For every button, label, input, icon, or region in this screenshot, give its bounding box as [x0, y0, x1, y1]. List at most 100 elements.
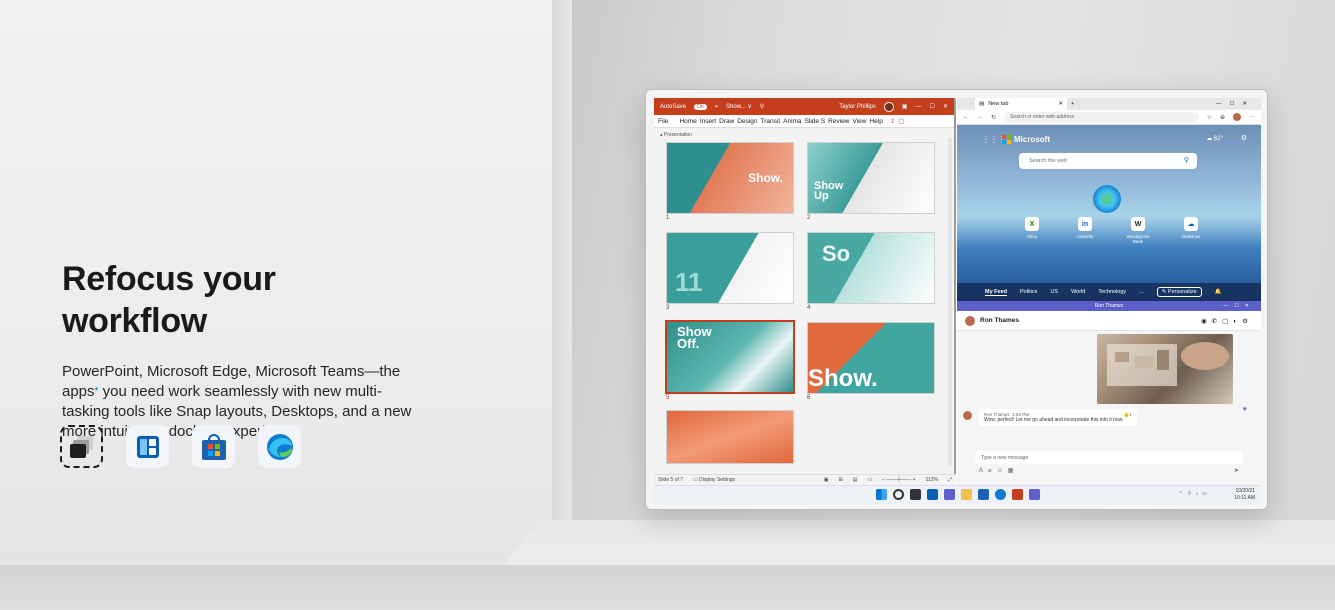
quick-link-onedrive[interactable]: ☁ OneDrive: [1176, 217, 1206, 244]
ribbon-tab[interactable]: Insert: [700, 118, 716, 125]
collections-icon[interactable]: ⊕: [1220, 114, 1225, 121]
weather-widget[interactable]: ☁ 62°: [1206, 135, 1223, 142]
system-tray[interactable]: ⌃⌔♪▭ 10/20/21 10:11 AM: [1179, 488, 1255, 502]
refresh-icon[interactable]: ↻: [991, 114, 996, 121]
reading-view-icon[interactable]: ▤: [853, 477, 858, 483]
ribbon-tab[interactable]: Design: [737, 118, 757, 125]
forward-icon[interactable]: →: [977, 114, 983, 120]
widgets-icon[interactable]: [927, 489, 938, 500]
zoom-level[interactable]: 112%: [926, 477, 938, 483]
app-icon-row: [60, 425, 301, 468]
task-view-icon[interactable]: [60, 425, 103, 468]
microsoft-store-icon[interactable]: [192, 425, 235, 468]
ribbon-tab[interactable]: View: [852, 118, 866, 125]
autosave-toggle[interactable]: On: [694, 103, 707, 110]
compose-placeholder: Type a new message: [981, 455, 1029, 461]
zoom-slider[interactable]: − ───┼─── +: [882, 477, 915, 483]
quick-link-woodgrove[interactable]: W Woodgrove Bank: [1123, 217, 1153, 244]
slide-thumbnail[interactable]: [666, 410, 794, 464]
microsoft-logo: Microsoft: [1002, 135, 1050, 144]
tray-icons[interactable]: ⌃⌔♪▭: [1179, 491, 1211, 498]
avatar[interactable]: [883, 101, 894, 112]
search-icon[interactable]: ⚲: [1184, 156, 1189, 164]
edge-icon[interactable]: [995, 489, 1006, 500]
ribbon-tab[interactable]: Transit: [761, 118, 781, 125]
teams-window[interactable]: Ron Thames —☐✕ Ron Thames ◉✆▢◐⚙ ◉ Ron Th…: [957, 301, 1261, 485]
settings-gear-icon[interactable]: ⚙: [1241, 134, 1247, 142]
ribbon-tab[interactable]: Anima: [783, 118, 801, 125]
minimize-icon[interactable]: —: [916, 104, 922, 110]
close-tab-icon[interactable]: ✕: [1058, 101, 1063, 107]
quick-link-linkedin[interactable]: in LinkedIn: [1070, 217, 1100, 244]
start-icon[interactable]: [876, 489, 887, 500]
personalize-button[interactable]: ✎ Personalize: [1156, 287, 1202, 297]
slide-thumbnail[interactable]: Show.: [807, 322, 935, 394]
share-icon[interactable]: ⇪: [890, 117, 895, 125]
call-actions[interactable]: ◉✆▢◐⚙: [1201, 317, 1253, 325]
contact-avatar[interactable]: [965, 315, 975, 326]
comments-icon[interactable]: ▢: [898, 117, 904, 125]
maximize-icon[interactable]: ☐: [930, 103, 935, 110]
search-icon[interactable]: ⚲: [760, 103, 764, 110]
address-bar[interactable]: Search or enter web address: [1004, 112, 1199, 122]
slide-sorter-icon[interactable]: ⊞: [838, 477, 842, 483]
close-icon[interactable]: ✕: [943, 103, 948, 110]
compose-tools[interactable]: A⌀☺▦: [979, 467, 1018, 474]
powerpoint-window[interactable]: AutoSave On » Show... ∨ ⚲ Taylor Phillip…: [654, 98, 956, 485]
slide-thumbnail[interactable]: So: [807, 232, 935, 304]
compose-box[interactable]: Type a new message: [975, 451, 1243, 464]
window-controls[interactable]: —☐✕: [1223, 301, 1255, 311]
ribbon-tab[interactable]: Review: [828, 118, 849, 125]
slide-pane-scrollbar[interactable]: [948, 138, 952, 466]
teams-icon[interactable]: [1029, 489, 1040, 500]
chevrons-icon[interactable]: »: [715, 104, 718, 110]
normal-view-icon[interactable]: ▣: [824, 477, 829, 483]
favorites-icon[interactable]: ☆: [1207, 114, 1212, 121]
feed-tab[interactable]: US: [1050, 289, 1058, 295]
ribbon-tab[interactable]: File: [658, 118, 668, 125]
teams-chat-icon[interactable]: [944, 489, 955, 500]
back-icon[interactable]: ←: [963, 114, 969, 120]
slide-thumbnail-selected[interactable]: Show Off.: [665, 320, 795, 394]
slideshow-icon[interactable]: ▭: [867, 477, 872, 483]
chat-message[interactable]: Ron Thames 1:54 PM 👍1 Wow, perfect! Let m…: [979, 409, 1137, 426]
display-settings-button[interactable]: ▭ Display Settings: [693, 477, 735, 483]
ribbon-tab[interactable]: Draw: [719, 118, 734, 125]
slide-thumbnail[interactable]: Show Up: [807, 142, 935, 214]
quick-link-xbox[interactable]: X Xbox: [1017, 217, 1047, 244]
document-title[interactable]: Show... ∨: [726, 103, 752, 110]
search-icon[interactable]: [893, 489, 904, 500]
more-icon[interactable]: ···: [1249, 114, 1255, 120]
file-explorer-icon[interactable]: [961, 489, 972, 500]
ribbon-tab[interactable]: Home: [679, 118, 696, 125]
add-tab-icon[interactable]: +: [1071, 101, 1074, 107]
snap-layouts-icon[interactable]: [126, 425, 169, 468]
fit-slide-icon[interactable]: ⤢: [948, 477, 952, 483]
store-icon[interactable]: [978, 489, 989, 500]
slide-thumbnail[interactable]: Show.: [666, 142, 794, 214]
slide-title: Show Up: [814, 180, 844, 202]
edge-icon[interactable]: [258, 425, 301, 468]
window-controls[interactable]: —☐✕: [1216, 101, 1255, 107]
notifications-bell-icon[interactable]: 🔔: [1215, 289, 1222, 295]
feed-tab[interactable]: Technology: [1098, 289, 1126, 295]
edge-window[interactable]: ▤ New tab ✕ + —☐✕ ← → ↻ Search or enter …: [957, 98, 1261, 301]
feed-tab[interactable]: Politics: [1020, 289, 1037, 295]
feed-tab[interactable]: ...: [1139, 289, 1144, 295]
ribbon-tab[interactable]: Help: [869, 118, 882, 125]
web-search-input[interactable]: Search the web ⚲: [1019, 153, 1197, 169]
reaction-badge[interactable]: 👍1: [1124, 412, 1132, 418]
linkedin-icon: in: [1078, 217, 1092, 231]
profile-avatar[interactable]: [1233, 113, 1241, 121]
shared-photo[interactable]: [1097, 334, 1233, 404]
powerpoint-icon[interactable]: [1012, 489, 1023, 500]
ribbon-display-icon[interactable]: ▣: [902, 103, 908, 110]
task-view-icon[interactable]: [910, 489, 921, 500]
slide-thumbnail[interactable]: 11: [666, 232, 794, 304]
feed-tab[interactable]: World: [1071, 289, 1085, 295]
edge-tab[interactable]: ▤ New tab ✕: [975, 98, 1067, 110]
send-icon[interactable]: ➤: [1234, 467, 1239, 474]
feed-tab[interactable]: My Feed: [985, 289, 1008, 296]
ribbon-tab[interactable]: Slide S: [805, 118, 826, 125]
personalize-label: Personalize: [1167, 289, 1197, 295]
